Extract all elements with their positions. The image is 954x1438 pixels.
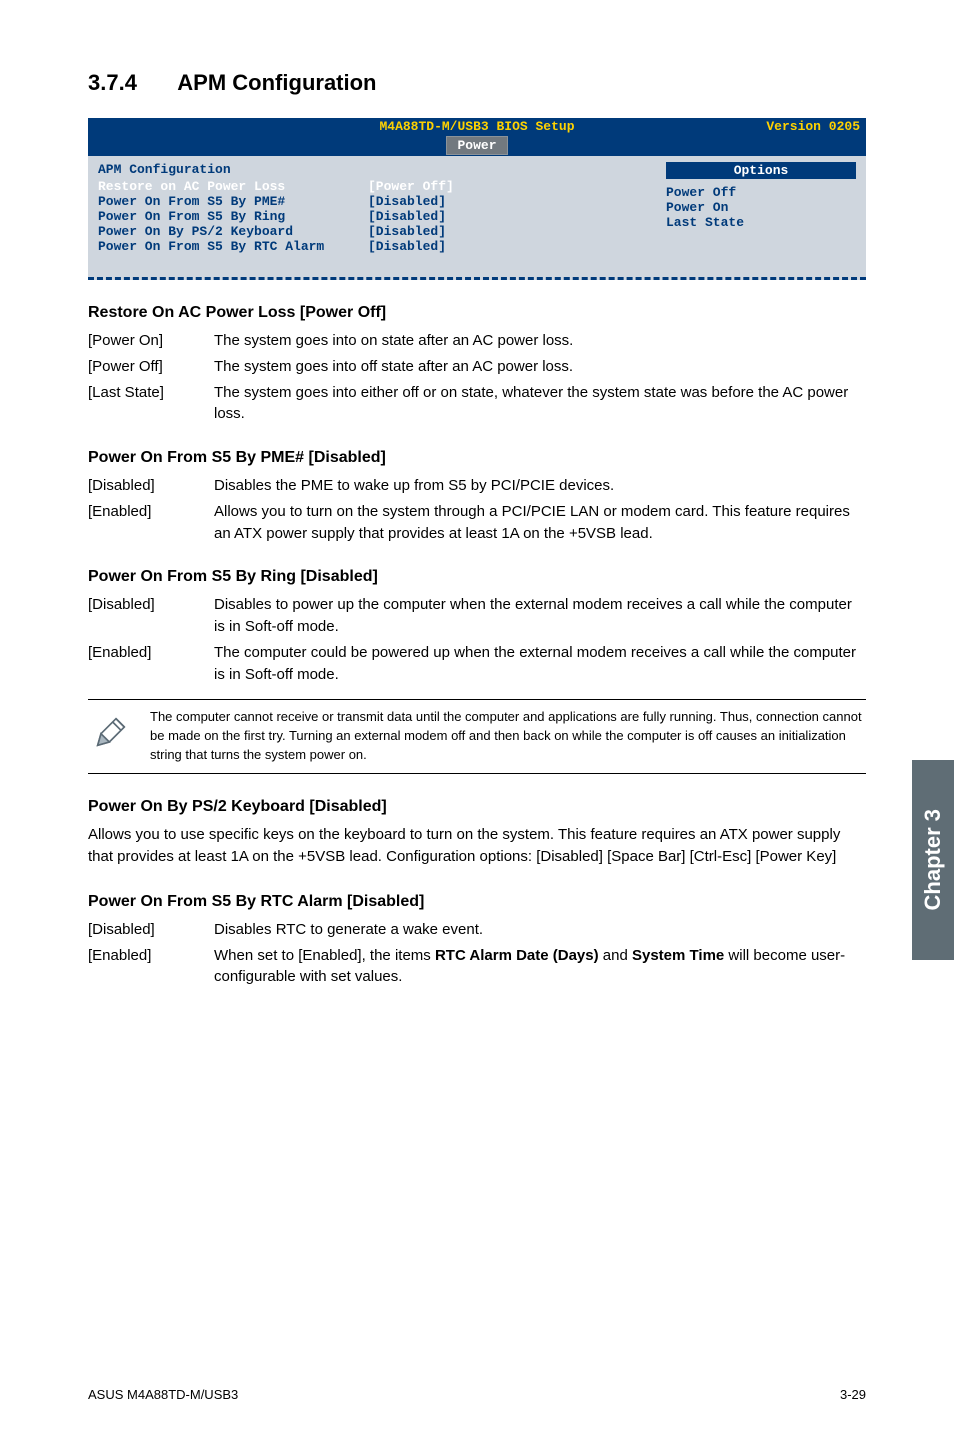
definition-term: [Enabled] <box>88 945 214 989</box>
body-paragraph: Allows you to use specific keys on the k… <box>88 824 866 869</box>
bios-option: Power On <box>666 200 856 215</box>
page-footer: ASUS M4A88TD-M/USB3 3-29 <box>88 1387 866 1402</box>
bios-row-value: [Disabled] <box>368 209 446 224</box>
pencil-icon <box>88 708 134 765</box>
text-span: When set to [Enabled], the items <box>214 947 435 964</box>
bios-options-panel: Options Power Off Power On Last State <box>656 156 866 280</box>
bios-options-title: Options <box>666 162 856 179</box>
definition-desc: The system goes into either off or on st… <box>214 382 866 426</box>
definition-desc: When set to [Enabled], the items RTC Ala… <box>214 945 866 989</box>
bios-tab-power: Power <box>446 136 507 155</box>
definition-row: [Enabled] Allows you to turn on the syst… <box>88 501 866 545</box>
bios-row-label: Power On From S5 By Ring <box>98 209 368 224</box>
bios-row: Power On By PS/2 Keyboard [Disabled] <box>98 224 646 239</box>
section-heading: 3.7.4 APM Configuration <box>88 70 866 96</box>
bios-panel: M4A88TD-M/USB3 BIOS Setup Version 0205 P… <box>88 118 866 280</box>
bios-header: M4A88TD-M/USB3 BIOS Setup Version 0205 <box>88 118 866 136</box>
text-span: and <box>599 947 632 964</box>
definition-desc: The system goes into on state after an A… <box>214 330 866 352</box>
definition-term: [Last State] <box>88 382 214 426</box>
bios-body: APM Configuration Restore on AC Power Lo… <box>88 156 866 280</box>
footer-right: 3-29 <box>840 1387 866 1402</box>
bios-row-label: Power On By PS/2 Keyboard <box>98 224 368 239</box>
bios-header-title: M4A88TD-M/USB3 BIOS Setup <box>88 118 866 136</box>
footer-left: ASUS M4A88TD-M/USB3 <box>88 1387 238 1402</box>
definition-term: [Disabled] <box>88 594 214 638</box>
note-box: The computer cannot receive or transmit … <box>88 699 866 774</box>
bold-text: RTC Alarm Date (Days) <box>435 947 599 964</box>
definition-term: [Enabled] <box>88 642 214 686</box>
bios-row-label: Power On From S5 By PME# <box>98 194 368 209</box>
bios-row-label: Power On From S5 By RTC Alarm <box>98 239 368 254</box>
definition-term: [Enabled] <box>88 501 214 545</box>
subheading-restore-ac: Restore On AC Power Loss [Power Off] <box>88 304 866 322</box>
definition-row: [Enabled] When set to [Enabled], the ite… <box>88 945 866 989</box>
bios-tab-row: Power <box>88 136 866 156</box>
bios-row: Power On From S5 By Ring [Disabled] <box>98 209 646 224</box>
definition-desc: The computer could be powered up when th… <box>214 642 866 686</box>
definition-row: [Disabled] Disables RTC to generate a wa… <box>88 919 866 941</box>
definition-term: [Power Off] <box>88 356 214 378</box>
definition-desc: Disables RTC to generate a wake event. <box>214 919 866 941</box>
subheading-pme: Power On From S5 By PME# [Disabled] <box>88 449 866 467</box>
bios-option: Power Off <box>666 185 856 200</box>
definition-desc: Allows you to turn on the system through… <box>214 501 866 545</box>
bios-row-value: [Disabled] <box>368 224 446 239</box>
definition-row: [Power On] The system goes into on state… <box>88 330 866 352</box>
bios-row-label: Restore on AC Power Loss <box>98 179 368 194</box>
subheading-rtc: Power On From S5 By RTC Alarm [Disabled] <box>88 893 866 911</box>
bios-row: Power On From S5 By RTC Alarm [Disabled] <box>98 239 646 254</box>
definition-desc: The system goes into off state after an … <box>214 356 866 378</box>
subheading-ring: Power On From S5 By Ring [Disabled] <box>88 568 866 586</box>
section-number: 3.7.4 <box>88 70 172 96</box>
definition-row: [Last State] The system goes into either… <box>88 382 866 426</box>
definition-row: [Disabled] Disables to power up the comp… <box>88 594 866 638</box>
definition-desc: Disables the PME to wake up from S5 by P… <box>214 475 866 497</box>
definition-row: [Power Off] The system goes into off sta… <box>88 356 866 378</box>
definition-row: [Enabled] The computer could be powered … <box>88 642 866 686</box>
chapter-side-tab: Chapter 3 <box>912 760 954 960</box>
definition-term: [Disabled] <box>88 919 214 941</box>
definition-term: [Power On] <box>88 330 214 352</box>
bold-text: System Time <box>632 947 724 964</box>
bios-row-value: [Power Off] <box>368 179 454 194</box>
bios-row-value: [Disabled] <box>368 194 446 209</box>
bios-row: Power On From S5 By PME# [Disabled] <box>98 194 646 209</box>
definition-term: [Disabled] <box>88 475 214 497</box>
bios-row-value: [Disabled] <box>368 239 446 254</box>
section-title: APM Configuration <box>177 70 376 95</box>
bios-row: Restore on AC Power Loss [Power Off] <box>98 179 646 194</box>
definition-row: [Disabled] Disables the PME to wake up f… <box>88 475 866 497</box>
chapter-side-tab-text: Chapter 3 <box>920 809 946 910</box>
bios-option: Last State <box>666 215 856 230</box>
bios-header-version: Version 0205 <box>766 118 860 136</box>
bios-panel-title: APM Configuration <box>98 162 646 177</box>
bios-main-panel: APM Configuration Restore on AC Power Lo… <box>88 156 656 280</box>
definition-desc: Disables to power up the computer when t… <box>214 594 866 638</box>
subheading-ps2: Power On By PS/2 Keyboard [Disabled] <box>88 798 866 816</box>
note-text: The computer cannot receive or transmit … <box>150 708 866 765</box>
